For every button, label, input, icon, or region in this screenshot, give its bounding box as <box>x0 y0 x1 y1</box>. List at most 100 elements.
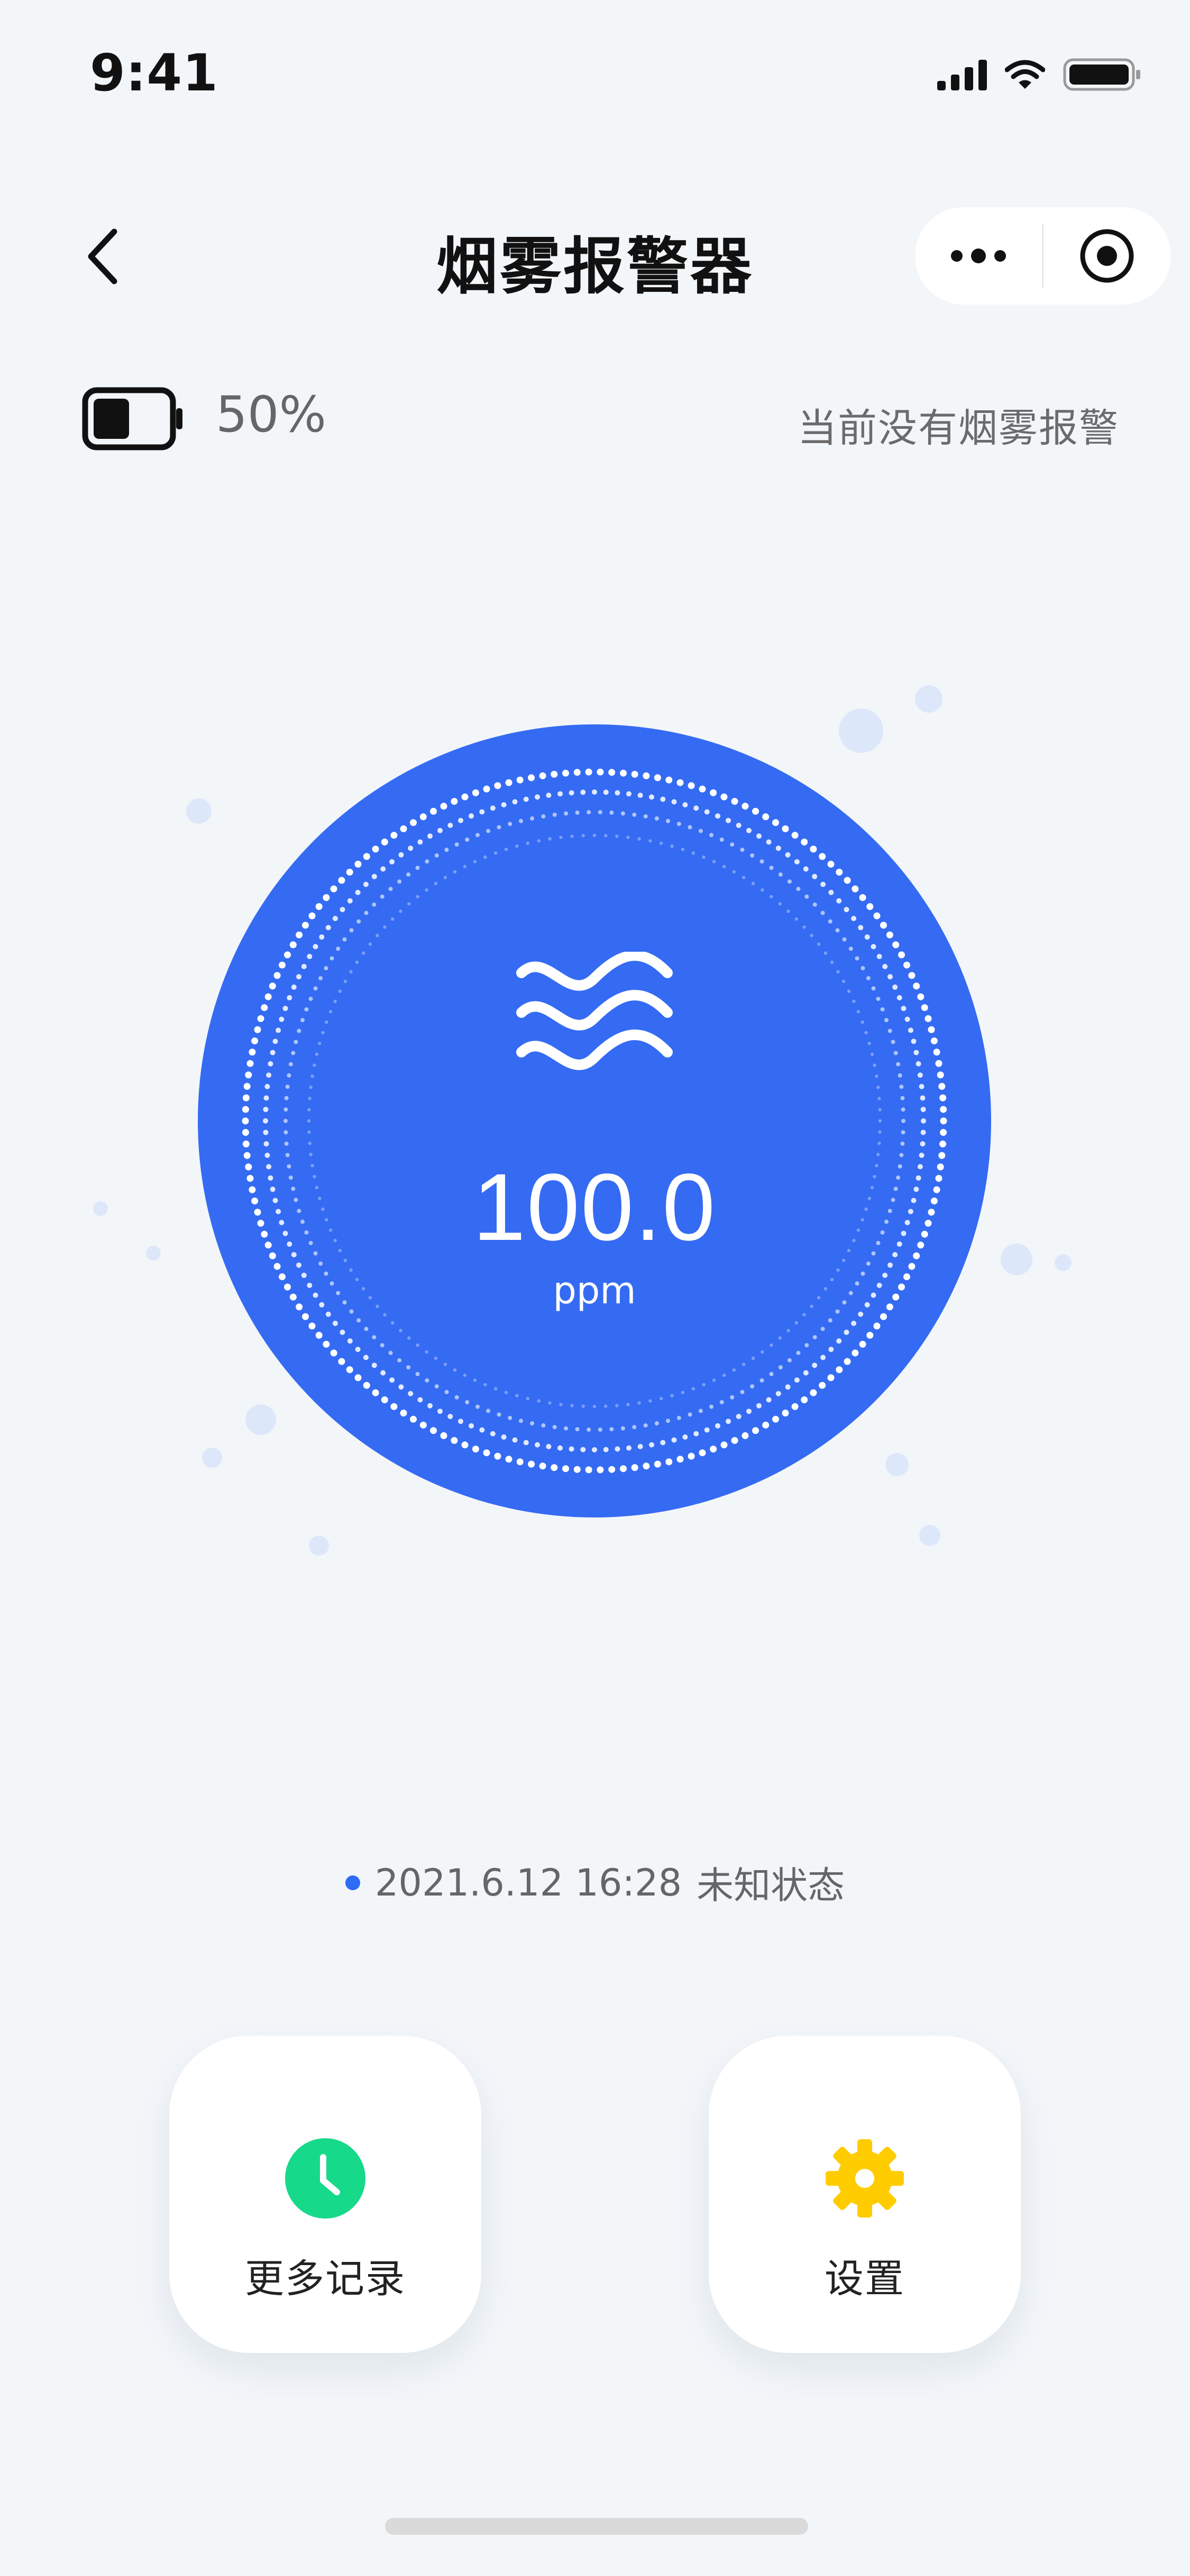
gauge-ring-dot <box>469 813 474 819</box>
gauge-ring-dot <box>801 839 808 845</box>
gauge-ring-dot <box>263 1095 269 1101</box>
gauge-ring-dot <box>323 894 330 901</box>
gauge-ring-dot <box>901 1119 905 1123</box>
gauge-ring-dot <box>307 1130 311 1134</box>
battery-percent: 50% <box>216 386 326 444</box>
gauge-ring-dot <box>940 1117 947 1125</box>
gauge-ring-dot <box>769 1372 774 1376</box>
gauge-ring-dot <box>900 1142 905 1146</box>
gauge-ring-dot <box>878 1108 882 1111</box>
gauge-ring-dot <box>778 1365 783 1369</box>
gauge-ring-dot <box>355 960 359 964</box>
gauge-ring-dot <box>671 799 677 805</box>
gauge-ring-dot <box>371 1363 377 1368</box>
gauge-ring-dot <box>750 1384 755 1389</box>
gauge-ring-dot <box>407 1336 411 1340</box>
more-records-label: 更多记录 <box>245 2256 406 2302</box>
gauge-ring-dot <box>289 941 297 949</box>
gauge-ring-dot <box>325 1020 328 1024</box>
gauge-ring-dot <box>342 937 347 942</box>
gauge-ring-dot <box>501 1434 507 1440</box>
gauge-ring-dot <box>453 1368 457 1372</box>
gauge-ring-dot <box>245 1071 252 1079</box>
gauge-ring-dot <box>801 1396 808 1403</box>
gauge-ring-dot <box>336 946 341 951</box>
gauge-ring-dot <box>933 1048 940 1056</box>
gauge-ring-dot <box>654 1421 659 1425</box>
gauge-ring-dot <box>264 993 272 1000</box>
gauge-ring-dot <box>670 1394 674 1397</box>
gauge-ring-dot <box>659 841 663 845</box>
gauge-ring-dot <box>802 1313 806 1317</box>
gauge-ring-dot <box>434 1384 439 1389</box>
gauge-ring-dot <box>769 866 774 870</box>
gauge-ring-dot <box>516 776 524 784</box>
gauge-ring-dot <box>787 1358 792 1363</box>
gauge-ring-dot <box>775 1391 781 1396</box>
gauge-ring-dot <box>722 1373 726 1377</box>
gauge-ring-dot <box>742 803 749 810</box>
settings-label: 设置 <box>825 2256 905 2302</box>
gauge-ring-dot <box>523 796 529 802</box>
gauge-ring-dot <box>372 902 377 907</box>
gauge-ring-dot <box>497 1412 501 1417</box>
gauge-ring-dot <box>740 848 745 852</box>
gauge-ring-dot <box>551 1464 558 1471</box>
gauge-ring-dot <box>597 768 604 776</box>
gauge-ring-dot <box>940 1129 947 1136</box>
settings-button[interactable]: 设置 <box>709 2036 1021 2353</box>
gauge-ring-dot <box>380 894 385 899</box>
gauge-ring-dot <box>416 1343 419 1347</box>
gauge-ring-dot <box>383 1313 387 1317</box>
gauge-ring-dot <box>626 835 630 839</box>
gauge-ring-dot <box>307 1119 311 1123</box>
more-records-button[interactable]: 更多记录 <box>169 2036 481 2353</box>
gauge-ring-dot <box>284 951 291 959</box>
gauge-ring-dot <box>425 1350 428 1354</box>
gauge-ring-dot <box>249 1048 256 1056</box>
gauge-ring-dot <box>355 889 361 895</box>
gauge-ring-dot <box>419 813 427 821</box>
gauge-ring-dot <box>896 995 902 1000</box>
gauge-ring-dot <box>425 1378 429 1383</box>
gauge-ring-dot <box>486 829 491 833</box>
gauge-ring-dot <box>592 833 597 838</box>
gauge-ring-dot <box>913 982 920 990</box>
gauge-ring-dot <box>852 1349 859 1357</box>
gauge-ring-dot <box>483 1449 490 1457</box>
gauge-ring-dot <box>512 799 518 805</box>
gauge-ring-dot <box>901 1006 907 1011</box>
gauge-ring-dot <box>880 1313 887 1320</box>
gauge-ring-dot <box>294 1039 298 1044</box>
gauge-ring-dot <box>447 823 453 828</box>
gauge-ring-dot <box>530 1421 535 1425</box>
gauge-ring-dot <box>712 1378 716 1382</box>
gauge-ring-dot <box>880 1007 885 1011</box>
gauge-ring-dot <box>637 1401 641 1405</box>
gauge-ring-dot <box>682 802 688 808</box>
gauge-ring-dot <box>756 833 762 839</box>
gauge-ring-dot <box>587 1427 591 1432</box>
gauge-ring-dot <box>620 1465 627 1473</box>
gauge-ring-dot <box>585 768 592 776</box>
close-miniprogram-button[interactable] <box>1043 207 1170 305</box>
gauge-ring-dot <box>330 1349 337 1357</box>
gauge-ring-dot <box>516 1458 524 1466</box>
gauge-ring-dot <box>878 1130 882 1134</box>
gauge-ring-dot <box>242 1129 249 1136</box>
gauge-ring-dot <box>569 790 574 796</box>
gauge-ring-dot <box>836 1366 843 1373</box>
wifi-icon <box>1005 59 1045 90</box>
gauge-ring-dot <box>494 1452 501 1460</box>
more-button[interactable] <box>915 207 1042 305</box>
gauge-ring-dot <box>526 841 530 845</box>
gauge-ring-dot <box>398 852 404 858</box>
gauge-ring-dot <box>682 1434 688 1440</box>
gauge-ring-dot <box>938 1083 946 1090</box>
gauge-ring-dot <box>251 1037 259 1045</box>
gauge-ring-dot <box>719 838 724 842</box>
gauge-ring-dot <box>380 1370 386 1376</box>
gauge-ring-dot <box>246 1060 254 1067</box>
gauge-ring-dot <box>759 859 764 864</box>
gauge-ring-dot <box>302 922 309 929</box>
